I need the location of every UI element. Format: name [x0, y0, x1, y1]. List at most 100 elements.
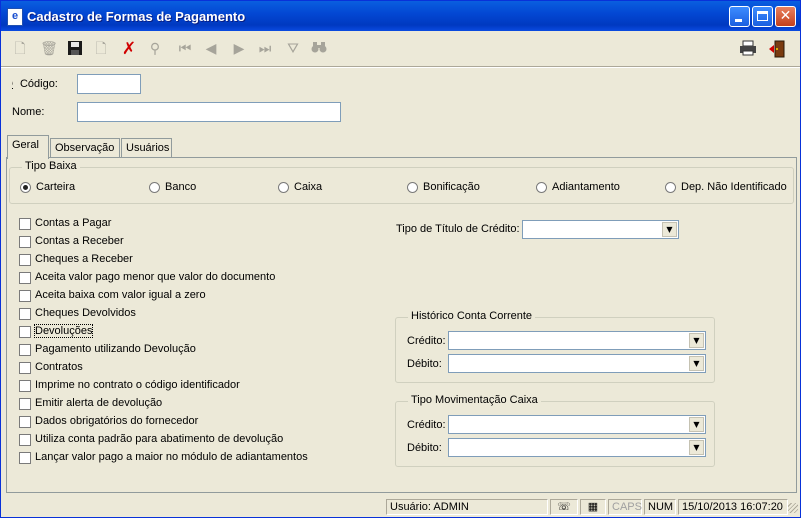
checkbox-aceita-valor-menor[interactable]	[19, 272, 31, 284]
minimize-icon	[735, 19, 742, 22]
main-window: e Cadastro de Formas de Pagamento ✕ 🗋 🗑 …	[0, 0, 801, 518]
codigo-label: CCódigo:	[12, 78, 58, 90]
next-icon[interactable]: ▶	[230, 40, 248, 58]
tab-observacao[interactable]: Observação	[50, 138, 120, 158]
checkbox-devolucoes[interactable]	[19, 326, 31, 338]
historico-debito-select[interactable]: ▼	[448, 354, 706, 373]
checkbox-imprime-codigo[interactable]	[19, 380, 31, 392]
trash-icon[interactable]: 🗑	[40, 40, 58, 58]
checkbox-dados-fornecedor[interactable]	[19, 416, 31, 428]
radio-banco[interactable]	[149, 182, 160, 193]
radio-caixa[interactable]	[278, 182, 289, 193]
minimize-button[interactable]	[729, 6, 750, 27]
checkbox-label: Emitir alerta de devolução	[35, 397, 163, 409]
exit-icon[interactable]	[768, 40, 786, 58]
checkbox-label: Cheques Devolvidos	[35, 307, 136, 319]
printer-icon[interactable]	[739, 40, 757, 58]
checkbox-label: Devoluções	[33, 324, 94, 338]
tipo-titulo-label: Tipo de Título de Crédito:	[396, 223, 520, 235]
checkbox-pagamento-devolucao[interactable]	[19, 344, 31, 356]
historico-credito-select[interactable]: ▼	[448, 331, 706, 350]
checkbox-label: Aceita baixa com valor igual a zero	[35, 289, 206, 301]
movimentacao-title: Tipo Movimentação Caixa	[408, 394, 541, 406]
historico-title: Histórico Conta Corrente	[408, 310, 536, 322]
checkbox-conta-padrao[interactable]	[19, 434, 31, 446]
radio-dep-nao-identificado[interactable]	[665, 182, 676, 193]
checkbox-contratos[interactable]	[19, 362, 31, 374]
checkbox-label: Aceita valor pago menor que valor do doc…	[35, 271, 276, 283]
app-icon: e	[7, 8, 23, 26]
status-num: NUM	[644, 499, 676, 515]
checkbox-label: Pagamento utilizando Devolução	[35, 343, 196, 355]
close-icon: ✕	[779, 8, 792, 24]
status-usuario: Usuário: ADMIN	[386, 499, 548, 515]
calculator-icon: ▦	[580, 499, 606, 515]
radio-caixa-label: Caixa	[294, 181, 323, 193]
nome-label: Nome:	[12, 106, 45, 118]
checkbox-cheques-receber[interactable]	[19, 254, 31, 266]
new-icon[interactable]: 🗋	[11, 40, 29, 58]
tipo-baixa-title: Tipo Baixa	[22, 160, 80, 172]
movimentacao-credito-label: Crédito:	[407, 419, 446, 431]
checkbox-aceita-baixa-zero[interactable]	[19, 290, 31, 302]
status-caps: CAPS	[608, 499, 642, 515]
movimentacao-credito-select[interactable]: ▼	[448, 415, 706, 434]
first-icon[interactable]: ⏮	[176, 40, 194, 58]
blank-document-icon[interactable]: 🗋	[92, 40, 110, 58]
close-button[interactable]: ✕	[775, 6, 796, 27]
checkbox-label: Cheques a Receber	[35, 253, 133, 265]
toolbar: 🗋 🗑 🗋 ✗ ⚲ ⏮ ◀ ▶ ⏭ ⛛	[1, 32, 800, 66]
chevron-down-icon[interactable]: ▼	[689, 417, 704, 432]
checkbox-contas-pagar[interactable]	[19, 218, 31, 230]
checkbox-label: Utiliza conta padrão para abatimento de …	[35, 433, 284, 445]
status-datetime: 15/10/2013 16:07:20	[678, 499, 788, 515]
radio-carteira-label: Carteira	[36, 181, 76, 193]
checkbox-contas-receber[interactable]	[19, 236, 31, 248]
previous-icon[interactable]: ◀	[202, 40, 220, 58]
checkbox-label: Contas a Pagar	[35, 217, 112, 229]
resize-grip[interactable]	[788, 503, 798, 513]
radio-bonificacao[interactable]	[407, 182, 418, 193]
last-icon[interactable]: ⏭	[256, 40, 274, 58]
checkbox-alerta-devolucao[interactable]	[19, 398, 31, 410]
toolbar-divider	[1, 66, 800, 68]
radio-dep-nao-identificado-label: Dep. Não Identificado	[681, 181, 787, 193]
codigo-field[interactable]	[77, 74, 141, 94]
movimentacao-debito-select[interactable]: ▼	[448, 438, 706, 457]
historico-debito-label: Débito:	[407, 358, 442, 370]
chevron-down-icon[interactable]: ▼	[689, 356, 704, 371]
nome-field[interactable]	[77, 102, 341, 122]
checkbox-label: Contas a Receber	[35, 235, 124, 247]
radio-bonificacao-label: Bonificação	[423, 181, 480, 193]
checkbox-label: Contratos	[35, 361, 83, 373]
window-title: Cadastro de Formas de Pagamento	[27, 9, 246, 24]
checkbox-label: Imprime no contrato o código identificad…	[35, 379, 240, 391]
radio-carteira[interactable]	[20, 182, 31, 193]
maximize-icon	[757, 11, 768, 21]
tab-panel-geral: Tipo Baixa Carteira Banco Caixa Bonifica…	[6, 157, 797, 493]
checkbox-label: Dados obrigatórios do fornecedor	[35, 415, 199, 427]
radio-adiantamento-label: Adiantamento	[552, 181, 620, 193]
radio-adiantamento[interactable]	[536, 182, 547, 193]
chevron-down-icon[interactable]: ▼	[662, 222, 677, 237]
delete-icon[interactable]: ✗	[120, 40, 138, 58]
movimentacao-debito-label: Débito:	[407, 442, 442, 454]
binoculars-icon[interactable]	[310, 40, 328, 58]
chevron-down-icon[interactable]: ▼	[689, 333, 704, 348]
filter-icon[interactable]: ⛛	[284, 40, 302, 58]
maximize-button[interactable]	[752, 6, 773, 27]
checkbox-lancar-valor-maior[interactable]	[19, 452, 31, 464]
status-bar: Usuário: ADMIN ☏ ▦ CAPS NUM 15/10/2013 1…	[1, 497, 800, 517]
search-icon[interactable]: ⚲	[146, 40, 164, 58]
tipo-titulo-select[interactable]: ▼	[522, 220, 679, 239]
chevron-down-icon[interactable]: ▼	[689, 440, 704, 455]
tipo-baixa-group: Tipo Baixa Carteira Banco Caixa Bonifica…	[9, 160, 794, 204]
tab-usuarios[interactable]: Usuários	[121, 138, 172, 158]
movimentacao-group: Tipo Movimentação Caixa Crédito: ▼ Débit…	[395, 394, 715, 467]
radio-banco-label: Banco	[165, 181, 197, 193]
checkbox-cheques-devolvidos[interactable]	[19, 308, 31, 320]
title-bar[interactable]: e Cadastro de Formas de Pagamento ✕	[1, 1, 800, 31]
save-icon[interactable]	[66, 40, 84, 58]
tab-geral[interactable]: Geral	[7, 135, 49, 159]
phone-icon: ☏	[550, 499, 578, 515]
